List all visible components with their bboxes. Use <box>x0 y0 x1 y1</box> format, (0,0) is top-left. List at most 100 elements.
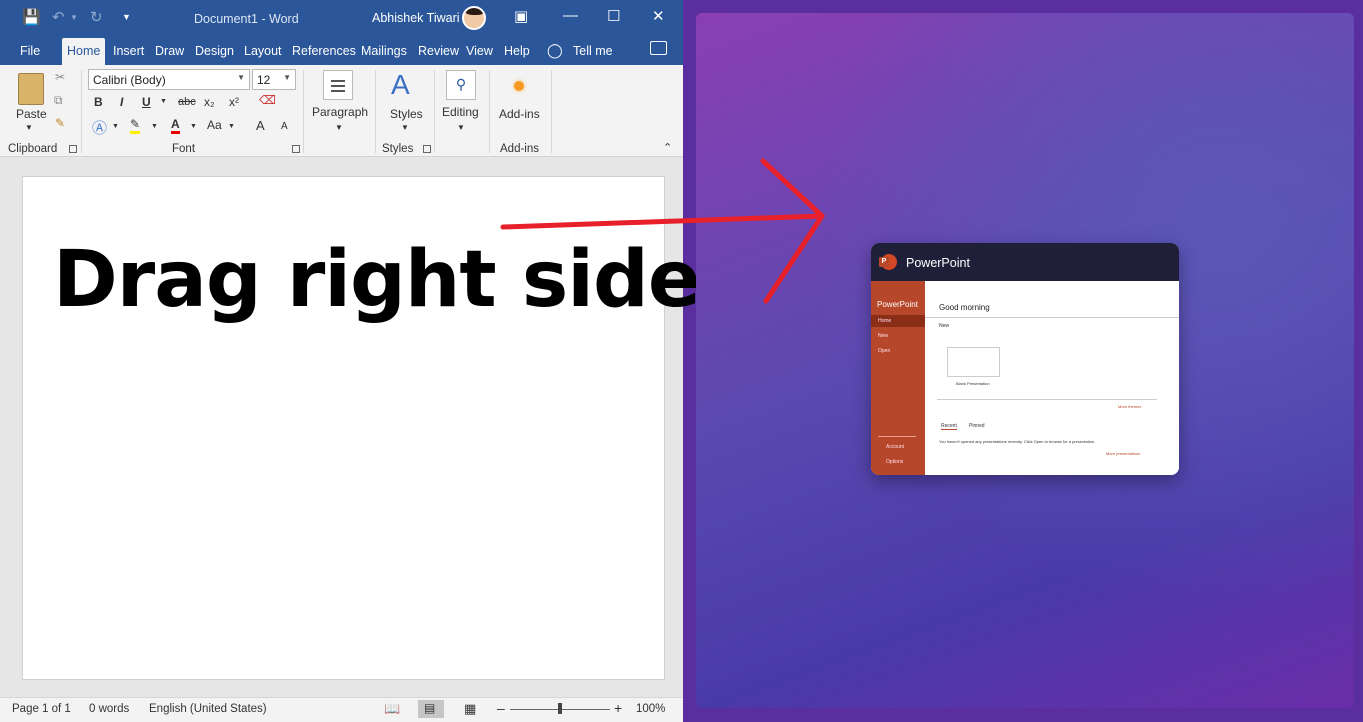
change-case-button[interactable]: Aa <box>207 118 222 132</box>
tab-insert[interactable]: Insert <box>113 44 144 58</box>
nav-new: New <box>878 333 889 339</box>
tab-review[interactable]: Review <box>418 44 459 58</box>
highlight-icon[interactable]: ✎ <box>130 117 141 134</box>
search-icon[interactable]: ⚲ <box>446 70 476 100</box>
collapse-ribbon-icon[interactable]: ⌃ <box>663 141 672 154</box>
font-color-icon[interactable]: A <box>171 117 180 134</box>
grow-font-button[interactable]: A <box>256 118 265 133</box>
group-label-clipboard: Clipboard <box>8 143 58 155</box>
minimize-icon[interactable]: — <box>563 7 578 24</box>
highlight-dropdown-icon[interactable]: ▼ <box>151 123 158 130</box>
zoom-out-icon[interactable]: – <box>497 700 505 716</box>
underline-dropdown-icon[interactable]: ▼ <box>160 98 167 105</box>
read-mode-icon[interactable]: 📖 <box>384 701 400 717</box>
web-layout-icon[interactable]: ▦ <box>464 701 476 717</box>
clipboard-launcher-icon[interactable] <box>69 145 77 153</box>
paragraph-button[interactable]: Paragraph <box>312 105 368 119</box>
group-divider <box>375 70 376 153</box>
paragraph-icon[interactable] <box>323 70 353 100</box>
close-icon[interactable]: ✕ <box>652 7 665 25</box>
blank-presentation-thumbnail <box>947 347 1000 377</box>
page-count[interactable]: Page 1 of 1 <box>12 703 71 715</box>
document-page[interactable]: Drag right side <box>22 176 701 680</box>
paste-icon[interactable] <box>18 73 44 105</box>
ribbon-tabs: File Home Insert Draw Design Layout Refe… <box>0 36 683 65</box>
tab-mailings[interactable]: Mailings <box>361 44 407 58</box>
paste-button[interactable]: Paste <box>16 107 47 121</box>
add-ins-icon[interactable] <box>514 81 524 91</box>
font-size-input[interactable]: 12 ▼ <box>252 69 296 90</box>
superscript-button[interactable]: x² <box>229 95 239 109</box>
language-status[interactable]: English (United States) <box>149 703 267 715</box>
powerpoint-logo-icon: P <box>879 254 897 270</box>
group-label-add-ins: Add-ins <box>500 143 539 155</box>
tab-draw[interactable]: Draw <box>155 44 184 58</box>
format-painter-icon[interactable]: ✎ <box>55 116 65 130</box>
styles-icon[interactable]: A <box>391 69 410 101</box>
tab-design[interactable]: Design <box>195 44 234 58</box>
group-divider <box>303 70 304 153</box>
font-name-input[interactable]: Calibri (Body) ▼ <box>88 69 250 90</box>
redo-icon[interactable]: ↻ <box>90 8 103 26</box>
nav-options: Options <box>886 459 904 465</box>
styles-launcher-icon[interactable] <box>423 145 431 153</box>
tab-references[interactable]: References <box>292 44 356 58</box>
undo-dropdown-icon[interactable]: ▼ <box>70 13 78 22</box>
chevron-down-icon: ▼ <box>283 73 291 82</box>
word-window: 💾 ↶ ▼ ↻ ▼ Document1 - Word Abhishek Tiwa… <box>0 0 701 722</box>
save-icon[interactable]: 💾 <box>22 8 41 26</box>
text-effects-dropdown-icon[interactable]: ▼ <box>112 123 119 130</box>
chevron-down-icon[interactable]: ▼ <box>457 123 465 132</box>
more-presentations-link: More presentations <box>1106 451 1141 456</box>
chevron-down-icon[interactable]: ▼ <box>401 123 409 132</box>
chevron-down-icon[interactable]: ▼ <box>335 123 343 132</box>
zoom-level[interactable]: 100% <box>636 703 665 715</box>
greeting: Good morning <box>939 303 990 312</box>
cut-icon[interactable]: ✂ <box>55 70 65 84</box>
add-ins-button[interactable]: Add-ins <box>499 107 540 121</box>
nav-open: Open <box>878 348 891 354</box>
maximize-icon[interactable]: ☐ <box>607 7 620 25</box>
word-count[interactable]: 0 words <box>89 703 129 715</box>
comments-icon[interactable] <box>650 41 667 55</box>
italic-button[interactable]: I <box>120 95 123 109</box>
group-label-styles: Styles <box>382 143 414 155</box>
undo-icon[interactable]: ↶ <box>52 8 65 26</box>
strikethrough-button[interactable]: abc <box>178 96 196 108</box>
font-launcher-icon[interactable] <box>292 145 300 153</box>
underline-button[interactable]: U <box>142 95 151 109</box>
divider <box>937 399 1157 400</box>
powerpoint-snap-thumbnail[interactable]: P PowerPoint PowerPoint Home New Open Ac… <box>871 243 1179 475</box>
ribbon: Paste ▼ ✂ ⧉ ✎ Clipboard Calibri (Body) ▼… <box>0 65 683 157</box>
shrink-font-button[interactable]: A <box>281 121 288 132</box>
subscript-button[interactable]: x₂ <box>204 95 215 109</box>
change-case-dropdown-icon[interactable]: ▼ <box>228 123 235 130</box>
powerpoint-main: Good morning New Blank Presentation More… <box>925 281 1179 475</box>
font-color-dropdown-icon[interactable]: ▼ <box>190 123 197 130</box>
document-text[interactable]: Drag right side <box>53 235 701 325</box>
editing-button[interactable]: Editing <box>442 105 479 119</box>
styles-button[interactable]: Styles <box>390 107 423 121</box>
more-themes-link: More themes <box>1118 404 1142 409</box>
tab-file[interactable]: File <box>20 44 40 58</box>
tell-me-search[interactable]: Tell me <box>573 44 613 58</box>
customize-qat-icon[interactable]: ▼ <box>122 12 131 22</box>
bold-button[interactable]: B <box>94 95 103 109</box>
avatar[interactable] <box>462 6 486 30</box>
user-name[interactable]: Abhishek Tiwari <box>372 11 460 25</box>
clear-formatting-icon[interactable]: ⌫ <box>259 93 276 107</box>
copy-icon[interactable]: ⧉ <box>54 93 63 108</box>
font-size-value: 12 <box>257 73 271 87</box>
font-name-value: Calibri (Body) <box>93 73 166 87</box>
paste-dropdown-icon[interactable]: ▼ <box>25 123 33 132</box>
ribbon-display-options-icon[interactable]: ▣ <box>514 7 528 25</box>
zoom-slider-thumb[interactable] <box>558 703 562 714</box>
tab-view[interactable]: View <box>466 44 493 58</box>
tab-help[interactable]: Help <box>504 44 530 58</box>
text-effects-icon[interactable]: Ⓐ <box>92 117 107 138</box>
document-area: Drag right side <box>0 157 701 697</box>
tab-layout[interactable]: Layout <box>244 44 282 58</box>
zoom-in-icon[interactable]: + <box>614 700 622 716</box>
tab-home[interactable]: Home <box>62 38 106 65</box>
powerpoint-thumbnail-header: P PowerPoint <box>871 243 1179 281</box>
